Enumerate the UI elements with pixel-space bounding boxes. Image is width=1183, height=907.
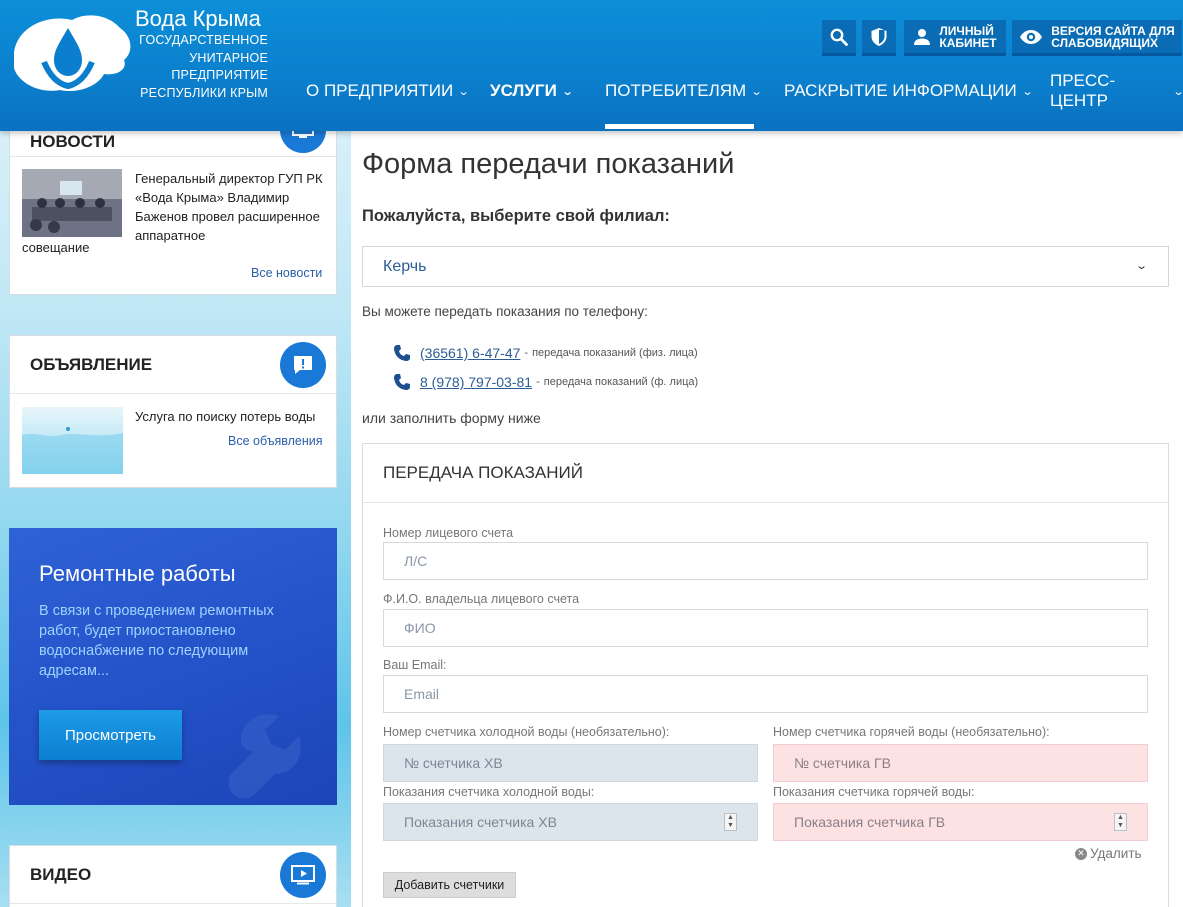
repair-works-banner: Ремонтные работы В связи с проведением р…: [9, 528, 337, 805]
nav-about[interactable]: О ПРЕДПРИЯТИИ ⌄: [306, 80, 470, 102]
phone-row: (36561) 6-47-47 - передача показаний (фи…: [393, 344, 698, 362]
announcement-item-text[interactable]: Услуга по поиску потерь воды: [135, 409, 315, 424]
account-label: ЛИЧНЫЙ КАБИНЕТ: [939, 23, 997, 50]
phone-intro-text: Вы можете передать показания по телефону…: [362, 304, 648, 319]
news-item-text-tail[interactable]: совещание: [22, 240, 89, 255]
announcement-thumbnail[interactable]: [22, 407, 123, 474]
nav-press-center[interactable]: ПРЕСС-ЦЕНТР⌄: [1050, 71, 1183, 110]
phone-note: передача показаний (ф. лица): [543, 376, 699, 388]
chevron-down-icon: ⌄: [1134, 260, 1148, 272]
chevron-down-icon: ⌄: [1172, 85, 1183, 98]
chevron-down-icon: ⌄: [561, 85, 574, 98]
hot-reading-label: Показания счетчика горячей воды:: [773, 785, 975, 799]
email-label: Ваш Email:: [383, 658, 447, 672]
all-announcements-link[interactable]: Все объявления: [228, 434, 323, 448]
hot-reading-input[interactable]: Показания счетчика ГВ ▲ ▼: [773, 803, 1148, 841]
repair-text: В связи с проведением ремонтных работ, б…: [39, 603, 274, 679]
branch-selected-value: Керчь: [383, 257, 427, 275]
all-news-link[interactable]: Все новости: [251, 266, 322, 280]
eye-icon: [1020, 29, 1043, 44]
remove-meter-button[interactable]: ✕ Удалить: [1075, 846, 1142, 861]
personal-account-button[interactable]: ЛИЧНЫЙ КАБИНЕТ: [904, 20, 1006, 56]
news-item-text[interactable]: Генеральный директор ГУП РК «Вода Крыма»…: [135, 169, 335, 245]
shield-icon: [871, 27, 887, 46]
wrench-icon: [228, 714, 301, 799]
news-thumbnail[interactable]: [22, 169, 122, 237]
security-button[interactable]: [862, 20, 896, 56]
or-fill-form-text: или заполнить форму ниже: [362, 410, 541, 426]
nav-services[interactable]: УСЛУГИ ⌄: [490, 80, 574, 102]
phone-icon: [394, 374, 410, 390]
cold-meter-number-input[interactable]: № счетчика ХВ: [383, 744, 758, 782]
branch-select[interactable]: Керчь ⌄: [362, 246, 1169, 287]
accessibility-label: ВЕРСИЯ САЙТА ДЛЯ СЛАБОВИДЯЩИХ: [1051, 23, 1175, 50]
phone-icon: [394, 345, 410, 361]
nav-disclosure[interactable]: РАСКРЫТИЕ ИНФОРМАЦИИ ⌄: [784, 80, 1034, 102]
add-meters-button[interactable]: Добавить счетчики: [383, 872, 516, 898]
page-title: Форма передачи показаний: [362, 148, 735, 180]
announcement-card: ОБЪЯВЛЕНИЕ Услуга по поиску потерь воды …: [9, 335, 337, 488]
cold-reading-label: Показания счетчика холодной воды:: [383, 785, 595, 799]
spinner-arrows-icon[interactable]: ▲ ▼: [724, 813, 737, 831]
site-header: Вода Крыма ГОСУДАРСТВЕННОЕ УНИТАРНОЕ ПРЕ…: [0, 0, 1183, 131]
nav-consumers[interactable]: ПОТРЕБИТЕЛЯМ ⌄: [605, 80, 763, 102]
view-repairs-button[interactable]: Просмотреть: [39, 710, 182, 760]
hot-meter-number-input[interactable]: № счетчика ГВ: [773, 744, 1148, 782]
logo-icon[interactable]: [8, 6, 136, 98]
user-icon: [914, 28, 931, 45]
phone-link[interactable]: (36561) 6-47-47: [420, 345, 520, 361]
phone-row: 8 (978) 797-03-81 - передача показаний (…: [393, 373, 698, 391]
search-icon: [830, 28, 848, 46]
chevron-down-icon: ⌄: [457, 85, 470, 98]
brand-title[interactable]: Вода Крыма: [135, 6, 261, 32]
chat-alert-icon: [280, 342, 326, 388]
email-input[interactable]: Email: [383, 675, 1148, 713]
phone-dash: -: [524, 347, 529, 359]
active-nav-indicator: [605, 124, 754, 129]
news-card: НОВОСТИ Генеральный директор ГУП РК «Вод…: [9, 107, 337, 295]
cold-reading-input[interactable]: Показания счетчика ХВ ▲ ▼: [383, 803, 758, 841]
brand-subtitle: ГОСУДАРСТВЕННОЕ УНИТАРНОЕ ПРЕДПРИЯТИЕ РЕ…: [139, 33, 268, 100]
video-card: ВИДЕО: [9, 845, 337, 907]
search-button[interactable]: [822, 20, 856, 56]
hot-meter-number-label: Номер счетчика горячей воды (необязатель…: [773, 725, 1050, 739]
account-number-input[interactable]: Л/С: [383, 542, 1148, 580]
close-circle-icon: ✕: [1075, 847, 1087, 860]
repair-title: Ремонтные работы: [39, 561, 236, 586]
chevron-down-icon: ⌄: [1021, 85, 1034, 98]
accessibility-version-button[interactable]: ВЕРСИЯ САЙТА ДЛЯ СЛАБОВИДЯЩИХ: [1012, 20, 1182, 56]
owner-name-input[interactable]: ФИО: [383, 609, 1148, 647]
chevron-down-icon: ⌄: [750, 85, 763, 98]
video-play-icon: [280, 852, 326, 898]
spinner-arrows-icon[interactable]: ▲ ▼: [1114, 813, 1127, 831]
phone-note: передача показаний (физ. лица): [532, 347, 698, 359]
branch-label: Пожалуйста, выберите свой филиал:: [362, 207, 670, 225]
phone-link[interactable]: 8 (978) 797-03-81: [420, 374, 532, 390]
owner-name-label: Ф.И.О. владельца лицевого счета: [383, 592, 580, 606]
account-number-label: Номер лицевого счета: [383, 526, 514, 540]
form-title: ПЕРЕДАЧА ПОКАЗАНИЙ: [363, 444, 1168, 503]
phone-dash: -: [536, 376, 540, 388]
cold-meter-number-label: Номер счетчика холодной воды (необязател…: [383, 725, 670, 739]
